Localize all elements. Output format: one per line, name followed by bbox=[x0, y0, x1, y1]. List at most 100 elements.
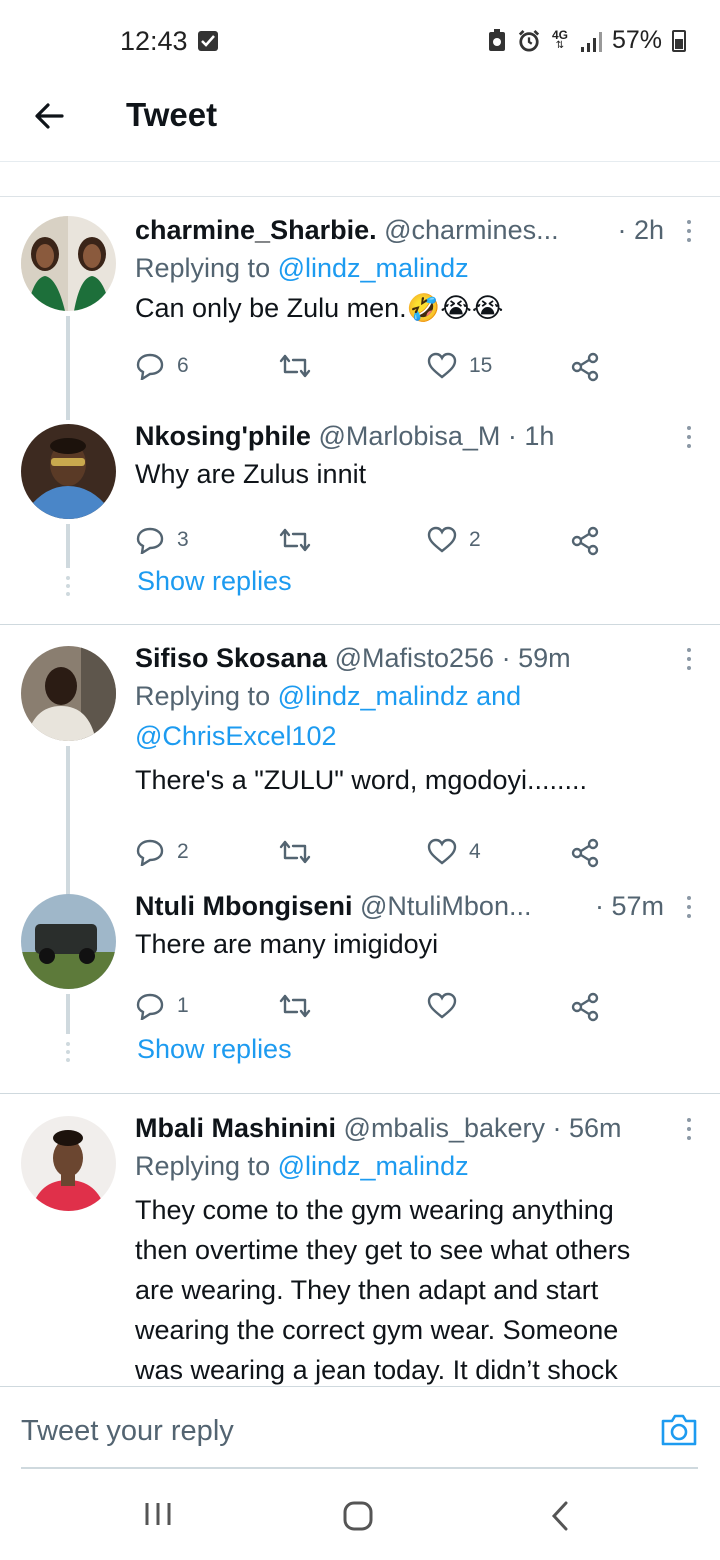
tweet-actions: 6 15 bbox=[135, 352, 615, 386]
avatar[interactable] bbox=[21, 1116, 116, 1211]
reply-count: 2 bbox=[177, 840, 189, 863]
reply-icon bbox=[136, 527, 164, 554]
reply-tweet[interactable]: Ntuli Mbongiseni @NtuliMbon... There are… bbox=[0, 886, 720, 1094]
thread-line bbox=[66, 316, 70, 420]
share-button[interactable] bbox=[571, 352, 601, 382]
system-back-icon[interactable] bbox=[548, 1500, 572, 1532]
reply-input[interactable]: Tweet your reply bbox=[21, 1415, 234, 1448]
retweet-icon[interactable] bbox=[256, 162, 290, 170]
reply-icon[interactable] bbox=[84, 162, 104, 170]
alarm-icon bbox=[518, 29, 540, 52]
system-nav-bar bbox=[0, 1470, 720, 1560]
home-icon[interactable] bbox=[342, 1500, 374, 1532]
reply-icon bbox=[136, 839, 164, 866]
avatar[interactable] bbox=[21, 216, 116, 311]
like-count: 15 bbox=[469, 354, 493, 377]
like-icon bbox=[427, 992, 457, 1019]
mention-link[interactable]: @lindz_malindz and bbox=[278, 681, 522, 711]
tweet-text: Why are Zulus innit bbox=[135, 459, 367, 489]
like-button[interactable] bbox=[427, 992, 469, 1020]
more-options-icon[interactable] bbox=[686, 648, 692, 670]
recent-apps-icon[interactable] bbox=[144, 1500, 172, 1528]
parent-tweet-actions-cut bbox=[0, 162, 720, 170]
reply-composer[interactable]: Tweet your reply bbox=[0, 1386, 720, 1469]
reply-button[interactable]: 1 bbox=[135, 992, 189, 1020]
status-bar: 12:43 4G ⇅ 57% bbox=[0, 0, 720, 84]
author-handle[interactable]: @Marlobisa_M · 1h bbox=[318, 421, 554, 451]
tweet-actions: 3 2 bbox=[135, 526, 615, 560]
reply-count: 1 bbox=[177, 994, 189, 1017]
author-name[interactable]: Nkosing'phile bbox=[135, 421, 311, 451]
share-button[interactable] bbox=[571, 526, 601, 556]
signal-icon bbox=[580, 31, 602, 52]
mention-link[interactable]: @ChrisExcel102 bbox=[135, 721, 337, 751]
replying-to: Replying to @lindz_malindz and bbox=[135, 681, 522, 711]
thread-dots bbox=[66, 1042, 70, 1066]
like-button[interactable]: 4 bbox=[427, 838, 481, 866]
thread-line bbox=[66, 746, 70, 896]
retweet-button[interactable] bbox=[277, 992, 313, 1020]
author-handle[interactable]: @mbalis_bakery · 56m bbox=[344, 1113, 622, 1143]
author-handle[interactable]: @NtuliMbon... bbox=[360, 891, 531, 921]
reply-tweet[interactable]: Nkosing'phile @Marlobisa_M · 1h Why are … bbox=[0, 410, 720, 624]
author-name[interactable]: Mbali Mashinini bbox=[135, 1113, 336, 1143]
like-button[interactable]: 15 bbox=[427, 352, 492, 380]
reply-button[interactable]: 3 bbox=[135, 526, 189, 554]
retweet-button[interactable] bbox=[277, 352, 313, 380]
battery-icon bbox=[672, 29, 686, 52]
tweet-time: · 2h bbox=[617, 215, 664, 245]
tweet-actions: 1 bbox=[135, 992, 615, 1026]
avatar[interactable] bbox=[21, 894, 116, 989]
reply-feed[interactable]: charmine_Sharbie. @charmines... Replying… bbox=[0, 162, 720, 1386]
status-time: 12:43 bbox=[120, 26, 188, 56]
author-name[interactable]: charmine_Sharbie. bbox=[135, 215, 377, 245]
replying-to: Replying to @lindz_malindz bbox=[135, 1151, 469, 1181]
share-icon[interactable] bbox=[628, 162, 648, 170]
header: Tweet bbox=[0, 84, 720, 162]
reply-tweet[interactable]: charmine_Sharbie. @charmines... Replying… bbox=[0, 196, 720, 420]
thread-line bbox=[66, 524, 70, 568]
retweet-icon bbox=[279, 528, 311, 552]
share-icon bbox=[571, 838, 599, 868]
share-icon bbox=[571, 352, 599, 382]
reply-tweet[interactable]: Sifiso Skosana @Mafisto256 · 59m Replyin… bbox=[0, 624, 720, 896]
reply-tweet[interactable]: Mbali Mashinini @mbalis_bakery · 56m Rep… bbox=[0, 1094, 720, 1386]
author-handle[interactable]: @Mafisto256 · 59m bbox=[335, 643, 571, 673]
retweet-icon bbox=[279, 840, 311, 864]
page-title: Tweet bbox=[126, 96, 218, 133]
more-options-icon[interactable] bbox=[686, 1118, 692, 1140]
like-count: 4 bbox=[469, 840, 481, 863]
share-button[interactable] bbox=[571, 838, 601, 868]
author-name[interactable]: Sifiso Skosana bbox=[135, 643, 327, 673]
more-options-icon[interactable] bbox=[686, 220, 692, 242]
show-replies-link[interactable]: Show replies bbox=[137, 566, 292, 597]
more-options-icon[interactable] bbox=[686, 426, 692, 448]
author-name[interactable]: Ntuli Mbongiseni bbox=[135, 891, 352, 921]
reply-count: 3 bbox=[177, 528, 189, 551]
mention-link[interactable]: @lindz_malindz bbox=[278, 253, 469, 283]
like-button[interactable]: 2 bbox=[427, 526, 481, 554]
mention-link[interactable]: @lindz_malindz bbox=[278, 1151, 469, 1181]
retweet-button[interactable] bbox=[277, 526, 313, 554]
avatar[interactable] bbox=[21, 424, 116, 519]
like-icon bbox=[427, 352, 457, 379]
status-icons: 4G ⇅ 57% bbox=[486, 26, 686, 55]
tweet-text: There are many imigidoyi bbox=[135, 929, 439, 959]
reply-icon bbox=[136, 993, 164, 1020]
avatar[interactable] bbox=[21, 646, 116, 741]
back-arrow-icon[interactable] bbox=[32, 98, 68, 134]
tweet-time: · 57m bbox=[594, 891, 664, 921]
share-button[interactable] bbox=[571, 992, 601, 1022]
share-icon bbox=[571, 992, 599, 1022]
reply-button[interactable]: 2 bbox=[135, 838, 189, 866]
like-icon bbox=[427, 838, 457, 865]
like-count: 2 bbox=[469, 528, 481, 551]
like-icon[interactable] bbox=[438, 162, 462, 170]
retweet-button[interactable] bbox=[277, 838, 313, 866]
author-handle[interactable]: @charmines... bbox=[384, 215, 558, 245]
camera-icon[interactable] bbox=[660, 1413, 698, 1447]
show-replies-link[interactable]: Show replies bbox=[137, 1034, 292, 1065]
reply-button[interactable]: 6 bbox=[135, 352, 189, 380]
more-options-icon[interactable] bbox=[686, 896, 692, 918]
reply-count: 6 bbox=[177, 354, 189, 377]
